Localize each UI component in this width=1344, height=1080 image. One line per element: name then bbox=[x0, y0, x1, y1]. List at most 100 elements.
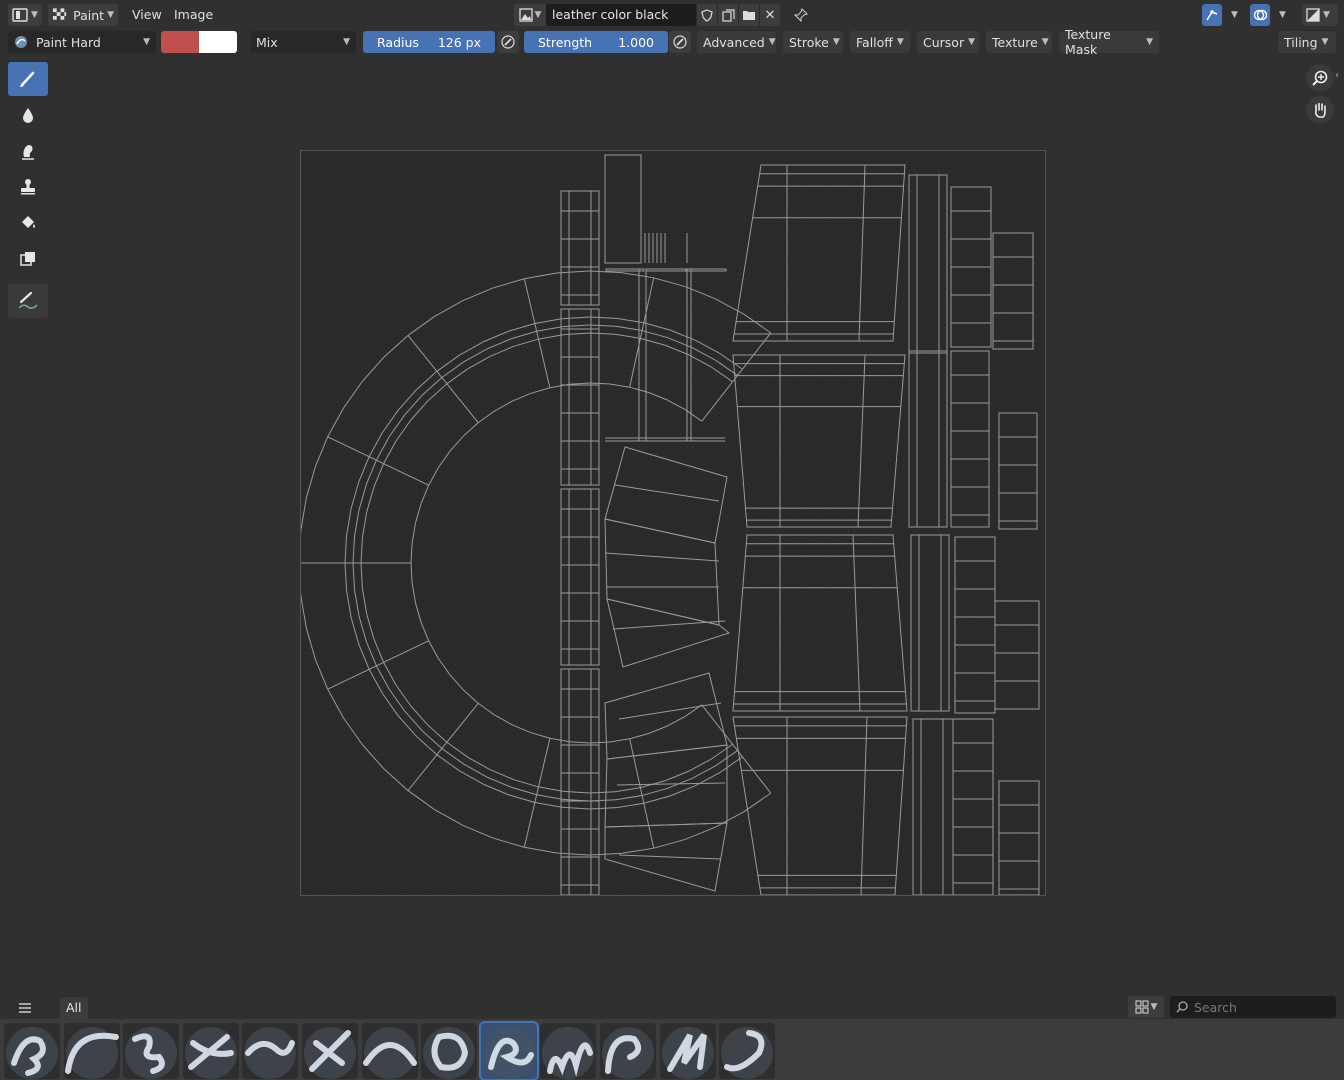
advanced-popover[interactable]: Advanced ▼ bbox=[697, 31, 776, 53]
drop-icon bbox=[23, 108, 33, 123]
shelf-tab-all[interactable]: All bbox=[60, 997, 88, 1019]
annotate-tool[interactable] bbox=[8, 284, 48, 318]
sidebar-toggle-icon[interactable]: ‹ bbox=[1335, 70, 1339, 81]
brush-name: Paint Hard bbox=[36, 34, 101, 50]
tiling-popover[interactable]: Tiling ▼ bbox=[1278, 31, 1336, 53]
chevron-down-icon: ▼ bbox=[1041, 37, 1049, 47]
texture-popover[interactable]: Texture ▼ bbox=[986, 31, 1052, 53]
smear-tool[interactable] bbox=[8, 134, 48, 168]
shelf-search-input[interactable]: Search bbox=[1170, 996, 1336, 1018]
brush-thumb-13[interactable] bbox=[719, 1023, 776, 1079]
brush-thumb-5[interactable] bbox=[242, 1023, 299, 1079]
shelf-display-button[interactable]: ▼ bbox=[1128, 996, 1164, 1018]
overlay-toggle[interactable] bbox=[1250, 4, 1270, 26]
image-canvas[interactable] bbox=[300, 150, 1046, 896]
tiling-label: Tiling bbox=[1284, 34, 1318, 50]
brush-thumb-3[interactable] bbox=[123, 1023, 180, 1079]
stroke-popover[interactable]: Stroke ▼ bbox=[783, 31, 843, 53]
grid-icon bbox=[1135, 1000, 1149, 1014]
brush-selector[interactable]: Paint Hard ▼ bbox=[8, 31, 156, 53]
brush-thumb-2[interactable] bbox=[63, 1023, 120, 1079]
strength-pressure-button[interactable] bbox=[669, 31, 691, 53]
menu-view[interactable]: View bbox=[128, 4, 166, 26]
texture-label: Texture bbox=[992, 34, 1038, 50]
falloff-popover[interactable]: Falloff ▼ bbox=[850, 31, 910, 53]
chevron-down-icon: ▼ bbox=[1321, 37, 1329, 47]
radius-value: 126 px bbox=[437, 34, 481, 50]
cursor-label: Cursor bbox=[923, 34, 965, 50]
brush-thumb-1[interactable] bbox=[4, 1023, 60, 1079]
clone-tool[interactable] bbox=[8, 170, 48, 204]
uv-sculpt-toggle[interactable] bbox=[1202, 4, 1222, 26]
bucket-icon bbox=[22, 216, 35, 228]
image-editor-icon bbox=[12, 8, 28, 22]
zoom-button[interactable] bbox=[1306, 64, 1334, 92]
color-swatch-primary[interactable] bbox=[161, 31, 199, 53]
unlink-image-button[interactable]: ✕ bbox=[759, 4, 780, 26]
brush-stroke-icon bbox=[362, 1027, 417, 1079]
pin-button[interactable] bbox=[790, 4, 812, 26]
chevron-down-icon: ▼ bbox=[1323, 10, 1330, 20]
radius-pressure-button[interactable] bbox=[497, 31, 519, 53]
search-icon bbox=[1176, 1001, 1188, 1013]
brush-stroke-icon bbox=[602, 1027, 654, 1079]
brush-thumb-9[interactable] bbox=[478, 1021, 539, 1080]
texture-mask-popover[interactable]: Texture Mask ▼ bbox=[1059, 27, 1159, 57]
toolbar bbox=[8, 62, 52, 320]
shelf-menu-button[interactable] bbox=[14, 999, 36, 1017]
draw-brush-tool[interactable] bbox=[8, 62, 48, 96]
search-placeholder: Search bbox=[1194, 999, 1237, 1015]
display-channels-dropdown[interactable]: ▼ bbox=[1302, 4, 1338, 26]
radius-slider[interactable]: Radius 126 px bbox=[363, 31, 495, 53]
mask-tool[interactable] bbox=[8, 242, 48, 276]
cursor-popover[interactable]: Cursor ▼ bbox=[917, 31, 979, 53]
chevron-down-icon: ▼ bbox=[31, 10, 38, 20]
menu-image[interactable]: Image bbox=[170, 4, 217, 26]
brush-thumb-10[interactable] bbox=[540, 1023, 597, 1079]
image-icon bbox=[518, 8, 533, 22]
brush-preview-icon bbox=[15, 36, 27, 48]
soften-tool[interactable] bbox=[8, 98, 48, 132]
new-image-button[interactable] bbox=[717, 4, 738, 26]
overlay-dropdown[interactable]: ▼ bbox=[1272, 4, 1288, 26]
chevron-down-icon: ▼ bbox=[1146, 37, 1153, 47]
brush-thumb-11[interactable] bbox=[600, 1023, 656, 1079]
chevron-down-icon: ▼ bbox=[534, 10, 542, 20]
brush-stroke-icon bbox=[6, 1027, 58, 1079]
image-name-field[interactable]: leather color black 4k.jpg bbox=[546, 4, 696, 44]
close-icon: ✕ bbox=[764, 7, 776, 23]
blend-mode-dropdown[interactable]: Mix ▼ bbox=[250, 31, 356, 53]
brush-icon bbox=[20, 71, 35, 87]
uv-sync-icon bbox=[1206, 10, 1218, 21]
pan-button[interactable] bbox=[1306, 96, 1334, 124]
chevron-down-icon: ▼ bbox=[343, 37, 350, 47]
folder-icon bbox=[743, 11, 755, 20]
brush-thumb-4[interactable] bbox=[182, 1023, 239, 1079]
brush-stroke-icon bbox=[661, 1027, 714, 1079]
overlay-icon bbox=[1253, 9, 1267, 21]
strength-slider[interactable]: Strength 1.000 bbox=[524, 31, 668, 53]
uv-options-dropdown[interactable]: ▼ bbox=[1224, 4, 1240, 26]
zoom-icon bbox=[1312, 70, 1328, 86]
editor-type-button[interactable]: ▼ bbox=[8, 4, 42, 26]
open-image-button[interactable] bbox=[738, 4, 759, 26]
mode-dropdown[interactable]: Paint ▼ bbox=[48, 4, 118, 26]
duplicate-icon bbox=[721, 8, 735, 22]
fake-user-button[interactable] bbox=[696, 4, 717, 26]
chevron-down-icon: ▼ bbox=[143, 37, 150, 47]
brush-thumb-7[interactable] bbox=[361, 1023, 418, 1079]
stamp-icon bbox=[21, 179, 35, 195]
brush-thumb-12[interactable] bbox=[659, 1023, 716, 1079]
brush-thumb-8[interactable] bbox=[421, 1023, 478, 1079]
asset-shelf bbox=[0, 1019, 1344, 1080]
strength-value: 1.000 bbox=[618, 34, 654, 50]
image-browse-button[interactable]: ▼ bbox=[514, 4, 546, 26]
falloff-label: Falloff bbox=[856, 34, 893, 50]
chevron-down-icon: ▼ bbox=[107, 10, 114, 20]
pen-pressure-icon bbox=[501, 35, 515, 49]
smear-icon bbox=[22, 145, 34, 160]
brush-thumb-6[interactable] bbox=[302, 1023, 358, 1079]
color-swatch-secondary[interactable] bbox=[199, 31, 237, 53]
brush-stroke-icon bbox=[423, 1027, 476, 1079]
fill-tool[interactable] bbox=[8, 206, 48, 240]
